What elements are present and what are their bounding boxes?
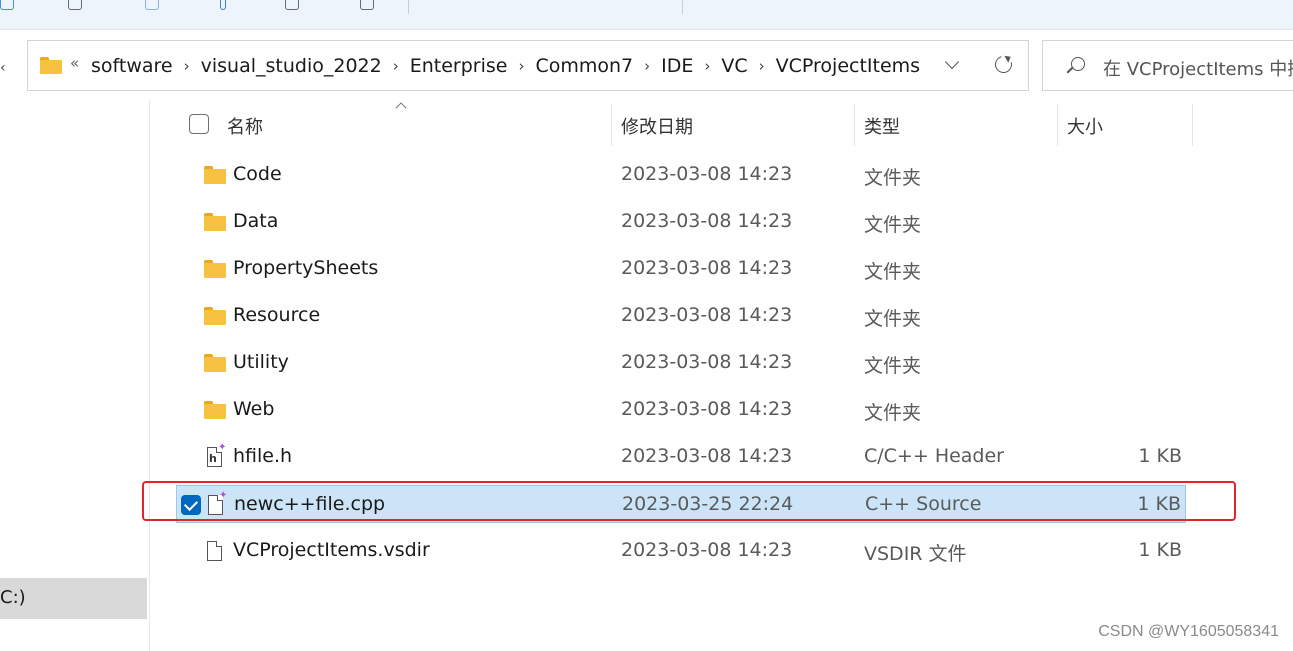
breadcrumb-item[interactable]: VC: [721, 55, 747, 77]
file-size: 1 KB: [1138, 445, 1182, 467]
file-name: Data: [233, 210, 279, 232]
file-type: 文件夹: [864, 402, 922, 424]
breadcrumb-separator-icon[interactable]: ›: [518, 57, 524, 75]
file-date: 2023-03-08 14:23: [621, 304, 793, 326]
folder-icon: [204, 258, 226, 280]
select-all-checkbox[interactable]: [189, 114, 209, 134]
file-row[interactable]: VCProjectItems.vsdir 2023-03-08 14:23 VS…: [176, 532, 1186, 570]
file-row[interactable]: Utility 2023-03-08 14:23 文件夹: [176, 344, 1186, 382]
file-date: 2023-03-08 14:23: [621, 445, 793, 467]
breadcrumb-item[interactable]: Enterprise: [410, 55, 508, 77]
toolbar-icon[interactable]: [68, 0, 82, 10]
toolbar-divider: [682, 0, 683, 14]
header-file-icon: h ✦: [207, 442, 227, 467]
file-type: VSDIR 文件: [864, 543, 967, 565]
file-row[interactable]: Code 2023-03-08 14:23 文件夹: [176, 156, 1186, 194]
file-type: C/C++ Header: [864, 445, 1004, 467]
nav-item-label: C:): [0, 587, 26, 608]
file-date: 2023-03-08 14:23: [621, 398, 793, 420]
breadcrumb-separator-icon[interactable]: ›: [644, 57, 650, 75]
search-input[interactable]: 在 VCProjectItems 中搜索: [1042, 40, 1293, 91]
search-icon: [1065, 57, 1085, 77]
back-chevron-icon[interactable]: ‹: [0, 60, 6, 76]
breadcrumb-item[interactable]: IDE: [661, 55, 693, 77]
breadcrumb-item[interactable]: software: [91, 55, 173, 77]
column-header-type[interactable]: 类型: [864, 113, 900, 139]
file-row[interactable]: Data 2023-03-08 14:23 文件夹: [176, 203, 1186, 241]
navigation-pane: C:): [0, 100, 150, 651]
file-size: 1 KB: [1138, 539, 1182, 561]
file-icon: [204, 540, 226, 562]
toolbar-icon[interactable]: [220, 0, 226, 10]
column-header-date[interactable]: 修改日期: [621, 113, 693, 139]
column-header-row: 名称 修改日期 类型 大小: [150, 104, 1293, 146]
file-type: 文件夹: [864, 355, 922, 377]
file-name: Resource: [233, 304, 321, 326]
breadcrumb-separator-icon[interactable]: ›: [759, 57, 765, 75]
toolbar-icon[interactable]: [0, 0, 14, 10]
breadcrumb-item[interactable]: Common7: [535, 55, 633, 77]
file-type: 文件夹: [864, 261, 922, 283]
column-divider[interactable]: [854, 104, 855, 146]
file-row-selected[interactable]: ✦ newc++file.cpp 2023-03-25 22:24 C++ So…: [176, 485, 1186, 523]
row-checkbox-checked[interactable]: [181, 495, 201, 515]
file-date: 2023-03-25 22:24: [622, 493, 794, 515]
folder-icon: [204, 211, 226, 233]
file-row[interactable]: PropertySheets 2023-03-08 14:23 文件夹: [176, 250, 1186, 288]
breadcrumb-separator-icon[interactable]: ›: [184, 57, 190, 75]
file-name: newc++file.cpp: [234, 493, 386, 515]
breadcrumb-separator-icon[interactable]: ›: [704, 57, 710, 75]
column-divider[interactable]: [1192, 104, 1193, 146]
cpp-file-icon: ✦: [205, 491, 227, 516]
search-placeholder: 在 VCProjectItems 中搜索: [1103, 59, 1293, 80]
toolbar-icon[interactable]: [285, 0, 299, 10]
file-size: 1 KB: [1137, 493, 1181, 515]
breadcrumb-overflow-button[interactable]: «: [70, 54, 79, 72]
watermark: CSDN @WY1605058341: [1098, 623, 1279, 640]
file-date: 2023-03-08 14:23: [621, 257, 793, 279]
column-header-size[interactable]: 大小: [1067, 113, 1103, 139]
address-bar[interactable]: « software › visual_studio_2022 › Enterp…: [27, 40, 1029, 91]
column-header-name[interactable]: 名称: [227, 113, 263, 139]
nav-item-drive-c[interactable]: C:): [0, 578, 147, 619]
breadcrumb: software › visual_studio_2022 › Enterpri…: [91, 54, 920, 78]
refresh-icon[interactable]: [993, 54, 1015, 76]
file-name: PropertySheets: [233, 257, 379, 279]
file-date: 2023-03-08 14:23: [621, 539, 793, 561]
file-name: Web: [233, 398, 275, 420]
file-row[interactable]: Web 2023-03-08 14:23 文件夹: [176, 391, 1186, 429]
file-type: 文件夹: [864, 167, 922, 189]
breadcrumb-item[interactable]: visual_studio_2022: [201, 55, 382, 77]
file-date: 2023-03-08 14:23: [621, 210, 793, 232]
file-row[interactable]: Resource 2023-03-08 14:23 文件夹: [176, 297, 1186, 335]
folder-icon: [204, 352, 226, 374]
toolbar-icon[interactable]: [145, 0, 159, 10]
folder-icon: [204, 399, 226, 421]
breadcrumb-separator-icon[interactable]: ›: [393, 57, 399, 75]
file-type: C++ Source: [865, 493, 982, 515]
file-type: 文件夹: [864, 214, 922, 236]
breadcrumb-item[interactable]: VCProjectItems: [776, 55, 920, 77]
file-date: 2023-03-08 14:23: [621, 163, 793, 185]
file-name: VCProjectItems.vsdir: [233, 539, 430, 561]
chevron-down-icon[interactable]: [943, 55, 963, 75]
file-name: Utility: [233, 351, 289, 373]
folder-icon: [204, 305, 226, 327]
folder-icon: [40, 57, 62, 74]
column-divider[interactable]: [1057, 104, 1058, 146]
file-date: 2023-03-08 14:23: [621, 351, 793, 373]
column-divider[interactable]: [611, 104, 612, 146]
toolbar-divider: [408, 0, 409, 14]
folder-icon: [204, 164, 226, 186]
file-name: hfile.h: [233, 445, 293, 467]
toolbar: [0, 0, 1293, 30]
file-row[interactable]: h ✦ hfile.h 2023-03-08 14:23 C/C++ Header…: [176, 438, 1186, 476]
toolbar-icon[interactable]: [360, 0, 374, 10]
file-name: Code: [233, 163, 282, 185]
file-type: 文件夹: [864, 308, 922, 330]
